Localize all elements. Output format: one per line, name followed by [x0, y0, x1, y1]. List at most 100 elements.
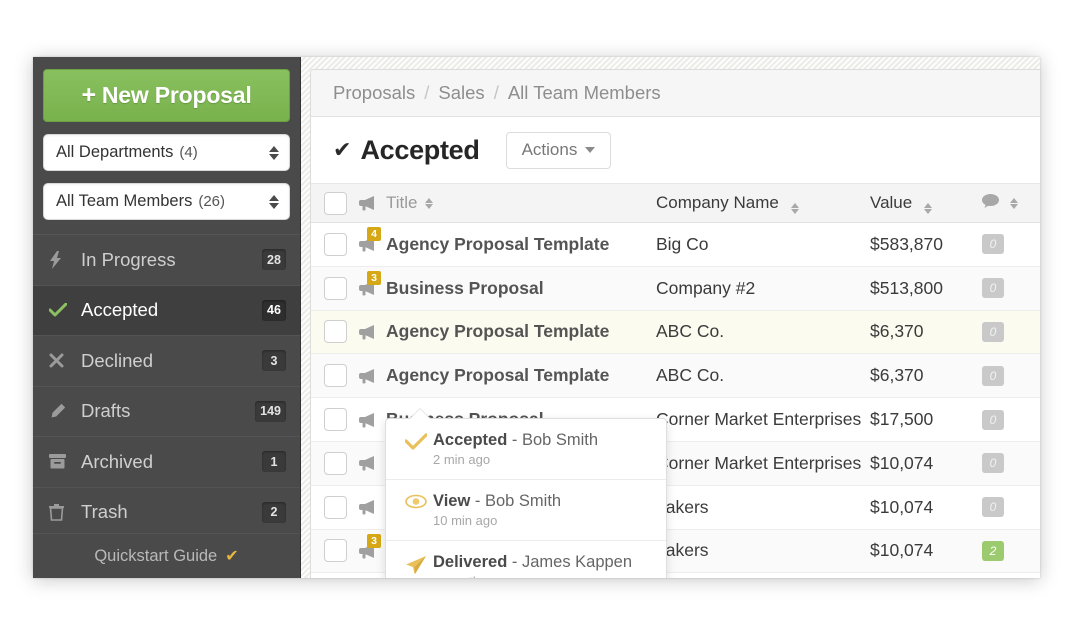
activity-timestamp: 10 min ago [433, 513, 498, 528]
row-title-cell[interactable]: Agency Proposal Template [359, 365, 656, 386]
check-icon: ✔ [333, 137, 352, 162]
bolt-icon [49, 250, 75, 269]
sort-toggle-icon[interactable] [923, 202, 932, 214]
row-title-cell[interactable]: 3 Business Proposal [359, 271, 656, 299]
row-title-label: Agency Proposal Template [386, 321, 610, 342]
megaphone-icon[interactable] [359, 412, 379, 428]
actions-button[interactable]: Actions [505, 131, 612, 169]
sidebar-item-badge: 1 [262, 451, 286, 473]
column-header-title[interactable]: Title [359, 193, 656, 213]
megaphone-icon[interactable]: 4 [359, 227, 381, 252]
breadcrumb-item-3[interactable]: All Team Members [508, 82, 661, 104]
activity-timestamp: a month ago [433, 574, 652, 578]
activity-dash: - [470, 492, 485, 510]
row-title-label: Agency Proposal Template [386, 365, 610, 386]
column-header-value[interactable]: Value [870, 193, 982, 214]
row-title-cell[interactable]: 4 Agency Proposal Template [359, 227, 656, 255]
row-comments-cell[interactable]: 0 [982, 278, 1040, 299]
row-title-label: Business Proposal [386, 277, 544, 298]
table-row[interactable]: 4 Agency Proposal Template Big Co $583,870 0 [311, 223, 1040, 267]
row-company-name: ABC Co. [656, 321, 725, 342]
sidebar-item-archived[interactable]: Archived 1 [33, 436, 300, 487]
row-checkbox[interactable] [323, 320, 347, 344]
row-checkbox[interactable] [323, 232, 347, 256]
select-all-checkbox[interactable] [323, 191, 347, 215]
row-comments-cell[interactable]: 0 [982, 365, 1040, 386]
row-checkbox[interactable] [323, 495, 347, 519]
activity-dash: - [507, 431, 522, 449]
sidebar-item-label: Drafts [81, 400, 131, 422]
activity-line: Accepted - Bob Smith [433, 431, 652, 450]
row-comments-cell[interactable]: 0 [982, 234, 1040, 255]
sidebar-item-declined[interactable]: Declined 3 [33, 335, 300, 386]
row-comments-cell[interactable]: 0 [982, 497, 1040, 518]
sidebar-item-drafts[interactable]: Drafts 149 [33, 385, 300, 437]
activity-item[interactable]: Delivered - James Kappen a month ago [386, 540, 666, 578]
row-comments-cell[interactable]: 0 [982, 453, 1040, 474]
row-comments-cell[interactable]: 0 [982, 321, 1040, 342]
sidebar-item-accepted[interactable]: Accepted 46 [33, 284, 300, 335]
row-company-name: Company #2 [656, 277, 756, 298]
row-comments-cell[interactable]: 2 [982, 540, 1040, 561]
row-checkbox[interactable] [323, 451, 347, 475]
megaphone-icon[interactable] [359, 455, 379, 471]
megaphone-icon[interactable]: 3 [359, 533, 381, 559]
comment-count-badge: 0 [982, 234, 1004, 255]
sort-toggle-icon[interactable] [424, 197, 433, 209]
activity-person: Bob Smith [521, 431, 599, 449]
comment-count-badge: 0 [982, 497, 1004, 518]
row-checkbox[interactable] [323, 276, 347, 300]
quickstart-guide-label: Quickstart Guide [94, 546, 218, 565]
table-row[interactable]: Agency Proposal Template ABC Co. $6,370 0 [311, 310, 1040, 355]
row-select-cell [311, 495, 359, 519]
row-checkbox[interactable] [323, 364, 347, 388]
row-comments-cell[interactable]: 0 [982, 409, 1040, 430]
row-checkbox[interactable] [323, 408, 347, 432]
new-proposal-button[interactable]: + New Proposal [43, 69, 290, 122]
row-select-cell [311, 364, 359, 388]
column-header-comments[interactable] [982, 193, 1040, 213]
team-members-select-label: All Team Members [56, 192, 193, 210]
activity-item[interactable]: View - Bob Smith 10 min ago [386, 479, 666, 540]
sidebar-item-trash[interactable]: Trash 2 [33, 486, 300, 538]
megaphone-icon[interactable] [359, 368, 379, 384]
breadcrumb: Proposals / Sales / All Team Members [311, 70, 1040, 117]
megaphone-icon[interactable] [359, 324, 379, 340]
column-header-company[interactable]: Company Name [656, 193, 870, 214]
row-checkbox[interactable] [323, 539, 347, 563]
activity-history-popup: Accepted - Bob Smith 2 min ago View - Bob … [385, 408, 667, 578]
activity-count-badge[interactable]: 4 [367, 227, 381, 242]
sort-toggle-icon[interactable] [1010, 197, 1018, 209]
row-select-cell [311, 408, 359, 432]
activity-dash: - [507, 553, 522, 571]
table-row[interactable]: Agency Proposal Template ABC Co. $6,370 0 [311, 354, 1040, 399]
activity-action: View [433, 492, 471, 510]
team-members-select[interactable]: All Team Members (26) [43, 183, 290, 220]
table-row[interactable]: 3 Business Proposal Company #2 $513,800 0 [311, 266, 1040, 311]
sidebar-item-in-progress[interactable]: In Progress 28 [33, 234, 300, 285]
megaphone-icon[interactable] [359, 499, 379, 515]
megaphone-icon[interactable]: 3 [359, 271, 381, 296]
chevron-updown-icon[interactable] [269, 145, 279, 160]
sort-toggle-icon[interactable] [790, 202, 799, 214]
sidebar-nav: In Progress 28 Accepted 46 Declined 3 Drafts 14… [33, 234, 300, 537]
activity-count-badge[interactable]: 3 [367, 533, 381, 548]
breadcrumb-item-2[interactable]: Sales [438, 82, 484, 104]
activity-item[interactable]: Accepted - Bob Smith 2 min ago [386, 419, 666, 479]
table-header-row: Title Company Name Value [311, 184, 1040, 223]
activity-action: Delivered [433, 553, 508, 571]
chevron-updown-icon[interactable] [269, 194, 279, 209]
quickstart-guide-link[interactable]: Quickstart Guide ✔ [33, 533, 300, 578]
sidebar-item-badge: 46 [262, 299, 286, 321]
departments-select[interactable]: All Departments (4) [43, 134, 290, 171]
row-value: $513,800 [870, 277, 943, 298]
departments-select-label: All Departments [56, 143, 174, 161]
row-title-cell[interactable]: Agency Proposal Template [359, 321, 656, 342]
trash-icon [49, 503, 75, 521]
row-value: $10,074 [870, 496, 934, 517]
column-header-value-label: Value [870, 192, 913, 212]
activity-count-badge[interactable]: 3 [367, 271, 381, 286]
row-select-cell [311, 320, 359, 344]
breadcrumb-item-1[interactable]: Proposals [333, 82, 415, 104]
activity-body: View - Bob Smith 10 min ago [433, 492, 652, 528]
